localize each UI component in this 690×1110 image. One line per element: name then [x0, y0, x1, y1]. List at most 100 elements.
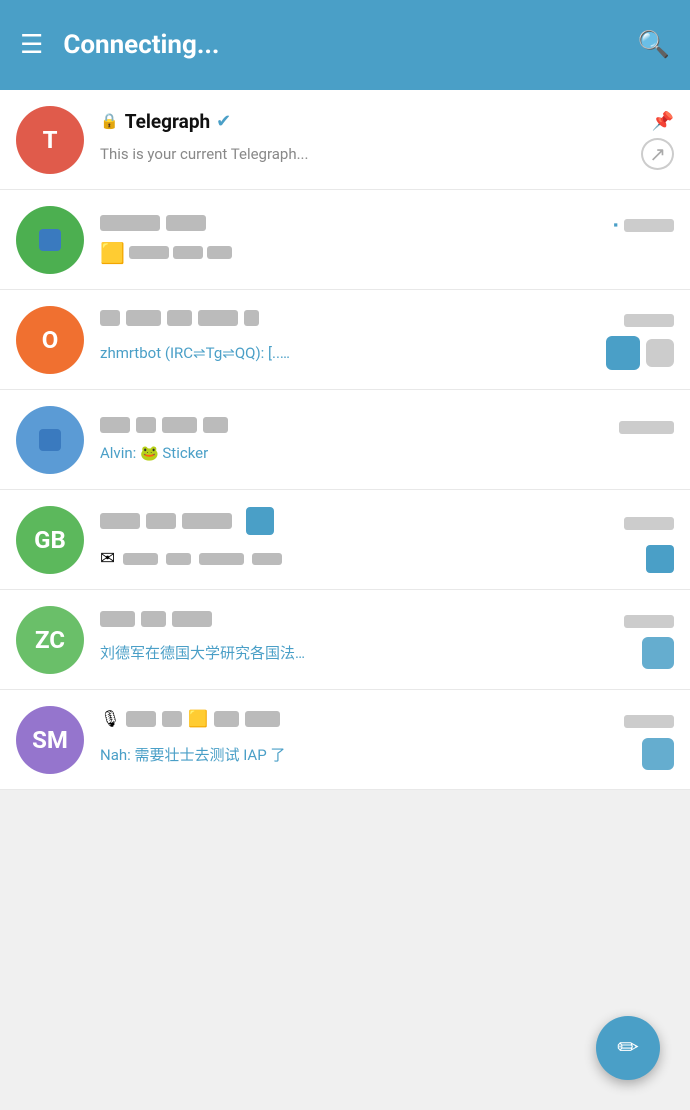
redacted-bar: [214, 711, 239, 727]
list-item[interactable]: O zhmrtbot (IRC⇌Tg⇌QQ): [..…: [0, 290, 690, 390]
flag-icon: 🟨: [188, 709, 208, 728]
redacted-bar: [123, 553, 158, 565]
avatar: [16, 406, 84, 474]
list-item[interactable]: SM 🎙 🟨 Nah: 需要壮士去测试 IAP 了: [0, 690, 690, 790]
chat-preview-row: ✉: [100, 545, 674, 573]
chat-name-redacted: [100, 417, 228, 433]
header-title: Connecting...: [63, 30, 219, 60]
chat-header-row: [100, 507, 674, 540]
chat-content: Alvin: 🐸 Sticker: [100, 417, 674, 462]
redacted-bar: [252, 553, 282, 565]
redacted-bar: [126, 711, 156, 727]
mic-icon: 🎙: [100, 709, 120, 728]
forward-icon: ↗: [641, 138, 674, 170]
time-bar: [624, 615, 674, 628]
chat-content: zhmrtbot (IRC⇌Tg⇌QQ): [..…: [100, 310, 674, 370]
time-bar: [619, 421, 674, 434]
read-badge: [646, 339, 674, 367]
menu-icon[interactable]: ☰: [20, 30, 43, 60]
redacted-bar: [162, 711, 182, 727]
chat-header-row: [100, 611, 674, 632]
envelope-icon: ✉: [100, 548, 115, 569]
redacted-bar: [166, 215, 206, 231]
chat-preview-row: Alvin: 🐸 Sticker: [100, 443, 674, 462]
sticker-icon: 🟨: [100, 241, 125, 265]
chat-list: T 🔒 Telegraph ✔ 📌 This is your current T…: [0, 90, 690, 790]
chat-preview: Alvin: 🐸 Sticker: [100, 444, 208, 462]
avatar-square-icon: [39, 429, 61, 451]
pin-icon: 📌: [652, 111, 674, 132]
chat-preview: 刘德军在德国大学研究各国法…: [100, 642, 305, 663]
redacted-bar: [100, 215, 160, 231]
redacted-bar: [182, 513, 232, 529]
redacted-bar: [146, 513, 176, 529]
chat-preview: zhmrtbot (IRC⇌Tg⇌QQ): [..…: [100, 344, 290, 362]
unread-badge: [642, 738, 674, 770]
time-bar: [624, 219, 674, 232]
redacted-bar: [203, 417, 228, 433]
chat-header-row: ▪: [100, 215, 674, 236]
chat-preview-row: 🟨: [100, 241, 674, 265]
redacted-bar: [166, 553, 191, 565]
chat-meta-row: This is your current Telegraph... ↗: [100, 138, 674, 170]
chat-meta-row: zhmrtbot (IRC⇌Tg⇌QQ): [..…: [100, 336, 674, 370]
redacted-bar: [136, 417, 156, 433]
redacted-bar: [173, 246, 203, 259]
chat-preview: This is your current Telegraph...: [100, 145, 308, 163]
redacted-bar: [198, 310, 238, 326]
redacted-bar: [141, 611, 166, 627]
chat-header-row: 🔒 Telegraph ✔ 📌: [100, 110, 674, 133]
redacted-bar: [100, 310, 120, 326]
header-left: ☰ Connecting...: [20, 30, 219, 60]
redacted-bar: [172, 611, 212, 627]
redacted-bar: [100, 611, 135, 627]
chat-content: 🎙 🟨 Nah: 需要壮士去测试 IAP 了: [100, 709, 674, 770]
avatar: [16, 206, 84, 274]
lock-icon: 🔒: [100, 112, 119, 130]
chat-content: ▪ 🟨: [100, 215, 674, 265]
avatar: ZC: [16, 606, 84, 674]
chat-content: 刘德军在德国大学研究各国法…: [100, 611, 674, 669]
redacted-bar: [207, 246, 232, 259]
list-item[interactable]: ▪ 🟨: [0, 190, 690, 290]
chat-name-redacted: [100, 507, 274, 535]
chat-name-redacted: [100, 310, 259, 326]
chat-content: 🔒 Telegraph ✔ 📌 This is your current Tel…: [100, 110, 674, 170]
avatar: GB: [16, 506, 84, 574]
time-bar: [624, 314, 674, 327]
list-item[interactable]: T 🔒 Telegraph ✔ 📌 This is your current T…: [0, 90, 690, 190]
chat-meta-row: 刘德军在德国大学研究各国法…: [100, 637, 674, 669]
avatar: SM: [16, 706, 84, 774]
redacted-bar: [244, 310, 259, 326]
verified-badge: ✔: [216, 111, 231, 132]
chat-header-row: [100, 310, 674, 331]
redacted-bar: [126, 310, 161, 326]
chat-preview: Nah: 需要壮士去测试 IAP 了: [100, 744, 285, 765]
compose-fab[interactable]: ✏: [596, 1016, 660, 1080]
list-item[interactable]: Alvin: 🐸 Sticker: [0, 390, 690, 490]
chat-name-redacted: [100, 611, 212, 627]
unread-badge: [642, 637, 674, 669]
search-icon[interactable]: 🔍: [638, 30, 670, 60]
redacted-bar: [162, 417, 197, 433]
list-item[interactable]: ZC 刘德军在德国大学研究各国法…: [0, 590, 690, 690]
avatar: T: [16, 106, 84, 174]
unread-badge: [606, 336, 640, 370]
redacted-bar: [167, 310, 192, 326]
chat-name: 🔒 Telegraph ✔: [100, 110, 231, 133]
redacted-bar: [199, 553, 244, 565]
compose-icon: ✏: [617, 1033, 639, 1063]
chat-name-redacted: 🎙 🟨: [100, 709, 280, 728]
time-bar: [624, 517, 674, 530]
list-item[interactable]: GB ✉: [0, 490, 690, 590]
chat-name-redacted: [100, 215, 206, 231]
chat-meta-row: Nah: 需要壮士去测试 IAP 了: [100, 738, 674, 770]
unread-square: [246, 507, 274, 535]
redacted-bar: [245, 711, 280, 727]
unread-dot: ▪: [613, 217, 618, 233]
avatar: O: [16, 306, 84, 374]
time-bar: [624, 715, 674, 728]
redacted-bar: [100, 513, 140, 529]
chat-header-row: [100, 417, 674, 438]
app-header: ☰ Connecting... 🔍: [0, 0, 690, 90]
